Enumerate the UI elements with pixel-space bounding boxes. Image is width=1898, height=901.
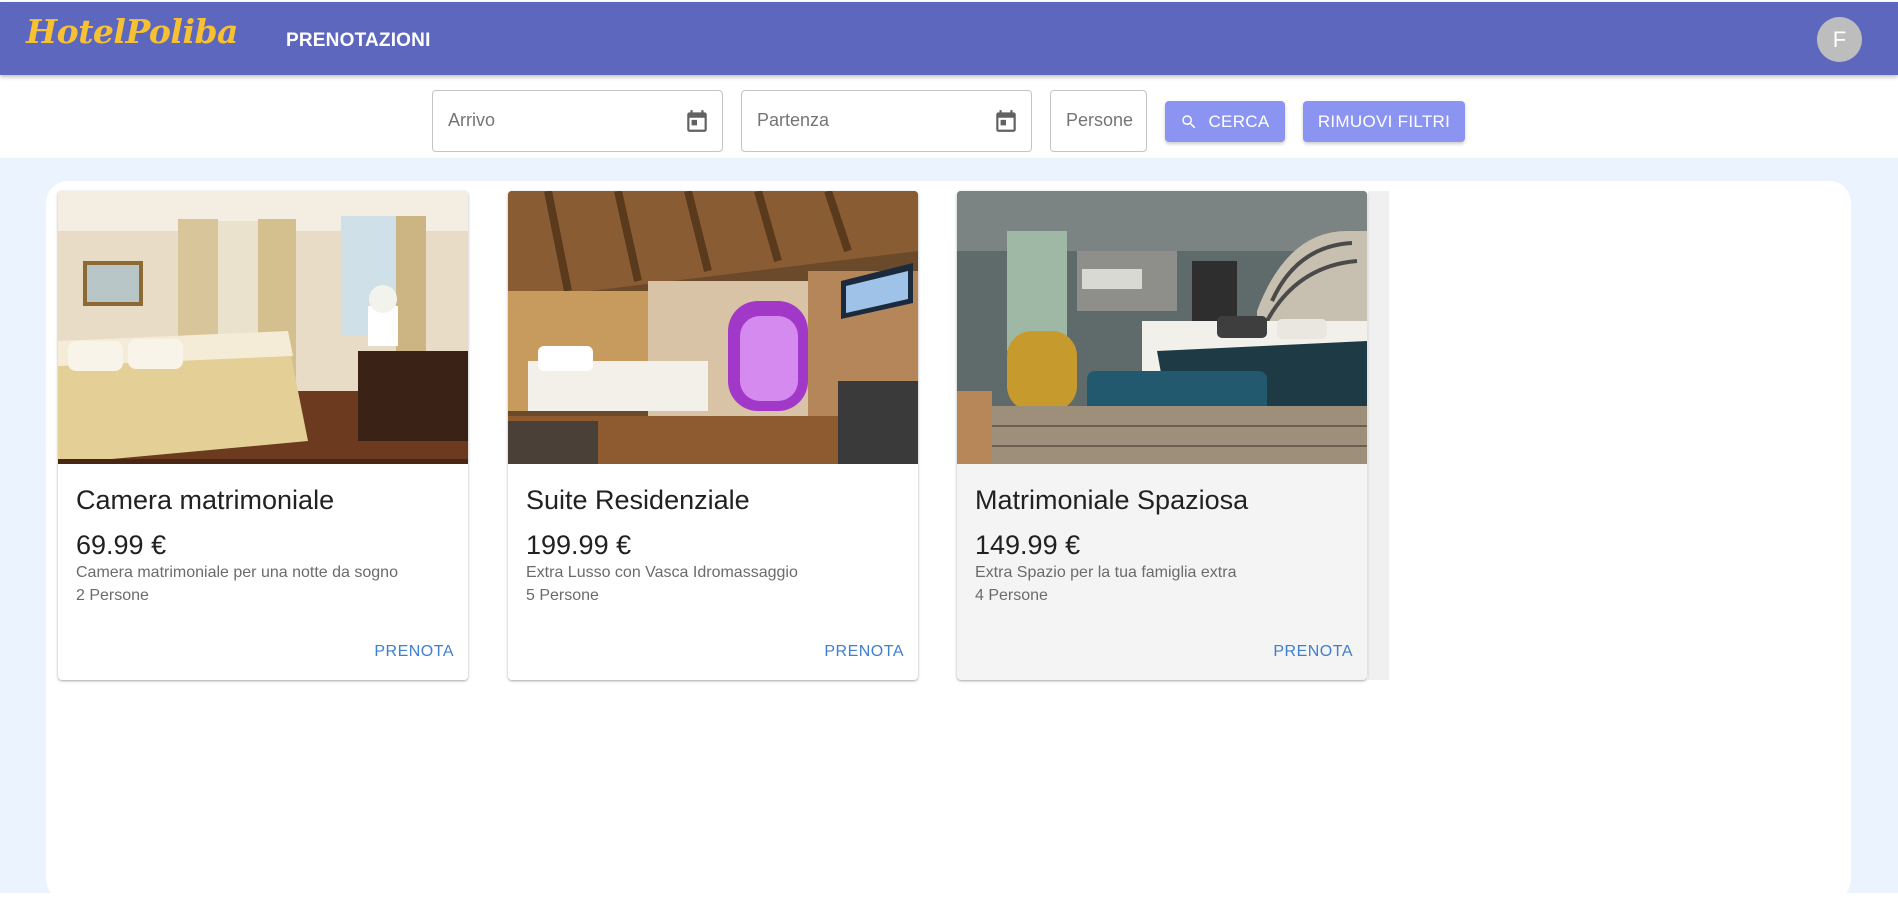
room-price: 149.99 €	[975, 530, 1081, 560]
room-title: Matrimoniale Spaziosa	[975, 485, 1249, 515]
room-photo	[508, 191, 918, 464]
room-card: Matrimoniale Spaziosa 149.99 € Extra Spa…	[957, 191, 1367, 680]
nav-prenotazioni[interactable]: PRENOTAZIONI	[286, 30, 431, 52]
room-description: Extra Lusso con Vasca Idromassaggio	[526, 564, 798, 581]
book-button[interactable]: PRENOTA	[1273, 643, 1353, 661]
departure-placeholder: Partenza	[757, 110, 830, 130]
room-card: Camera matrimoniale 69.99 € Camera matri…	[58, 191, 468, 680]
room-persons: 4 Persone	[975, 587, 1048, 604]
search-icon	[1182, 114, 1196, 128]
room-photo	[957, 191, 1367, 464]
room-title: Camera matrimoniale	[76, 485, 335, 515]
avatar[interactable]: F	[1817, 17, 1862, 62]
book-button[interactable]: PRENOTA	[824, 643, 904, 661]
search-button[interactable]: CERCA	[1165, 101, 1285, 142]
calendar-icon[interactable]	[684, 108, 710, 134]
room-title: Suite Residenziale	[526, 485, 750, 515]
room-price: 69.99 €	[76, 530, 167, 560]
room-persons: 2 Persone	[76, 587, 149, 604]
scroll-strip	[1368, 191, 1389, 680]
app-bar: HotelPoliba PRENOTAZIONI F	[0, 2, 1898, 75]
arrival-placeholder: Arrivo	[448, 110, 496, 130]
room-photo	[58, 191, 468, 464]
clear-filters-button[interactable]: RIMUOVI FILTRI	[1303, 101, 1465, 142]
arrival-date-field[interactable]: Arrivo	[432, 90, 723, 152]
calendar-icon[interactable]	[993, 108, 1019, 134]
persons-field[interactable]: Persone	[1050, 90, 1147, 152]
room-description: Extra Spazio per la tua famiglia extra	[975, 564, 1237, 581]
room-card: Suite Residenziale 199.99 € Extra Lusso …	[508, 191, 918, 680]
persons-placeholder: Persone	[1066, 110, 1134, 130]
room-price: 199.99 €	[526, 530, 632, 560]
room-persons: 5 Persone	[526, 587, 599, 604]
logo[interactable]: HotelPoliba	[26, 12, 238, 51]
book-button[interactable]: PRENOTA	[374, 643, 454, 661]
filter-bar: Arrivo Partenza Persone CERCA RIMUOVI FI…	[0, 75, 1898, 158]
departure-date-field[interactable]: Partenza	[741, 90, 1032, 152]
room-description: Camera matrimoniale per una notte da sog…	[76, 564, 398, 581]
search-label: CERCA	[1208, 111, 1270, 131]
